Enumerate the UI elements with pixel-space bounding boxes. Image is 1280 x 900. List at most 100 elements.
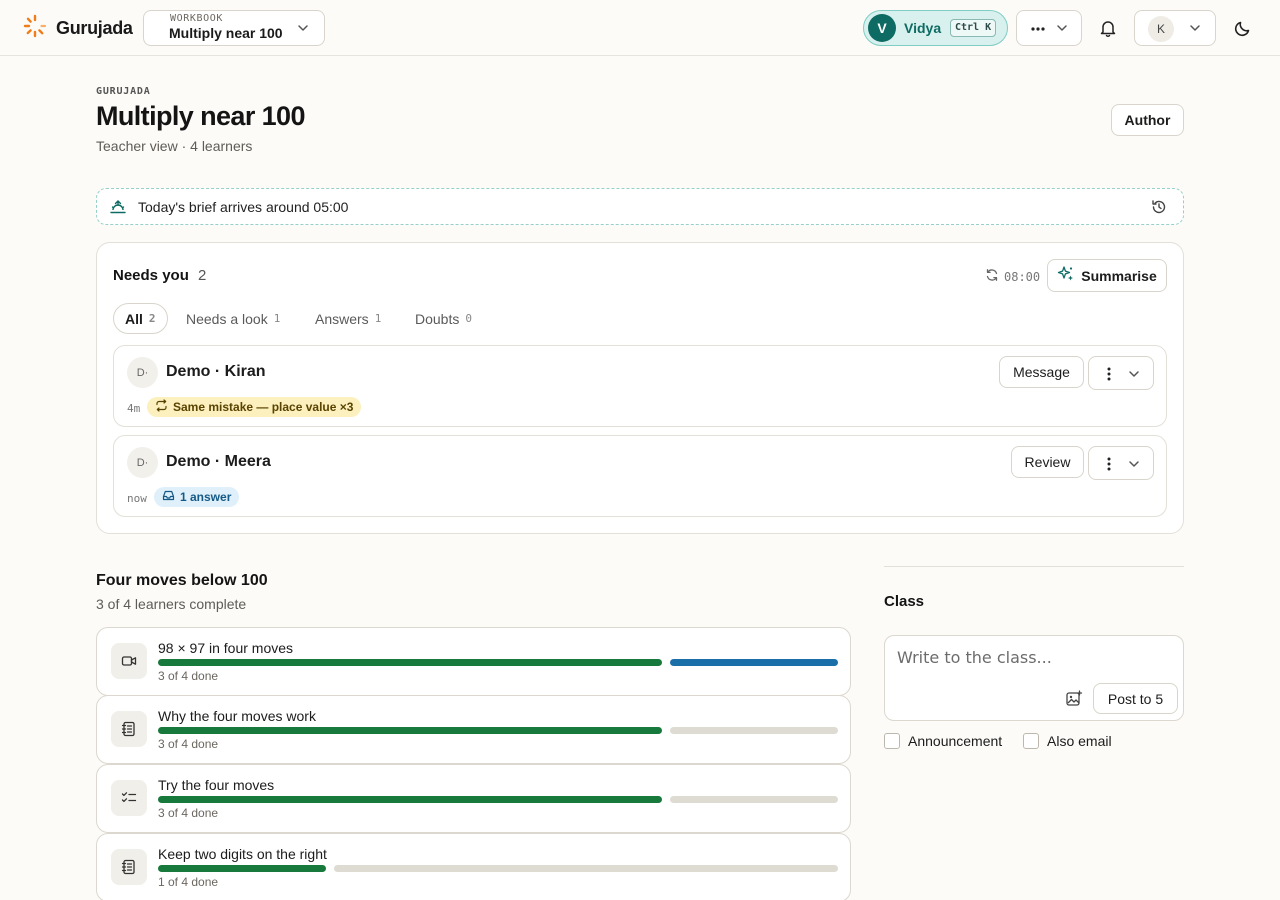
checkbox-box[interactable] <box>884 733 900 749</box>
moon-icon[interactable] <box>1233 18 1253 43</box>
bell-icon[interactable] <box>1098 18 1118 43</box>
progress-in-progress <box>670 659 838 666</box>
history-icon[interactable] <box>1151 199 1167 220</box>
learner-name: Demo · Meera <box>166 453 271 470</box>
lesson-row[interactable]: 98 × 97 in four moves 3 of 4 done <box>96 627 851 696</box>
item-time: 4m <box>127 402 141 415</box>
workbook-kicker: WORKBOOK <box>170 13 223 24</box>
app-name: Gurujada <box>56 17 133 38</box>
user-avatar: V <box>868 14 896 42</box>
profile-menu-button[interactable]: K <box>1134 10 1216 46</box>
post-button[interactable]: Post to 5 <box>1093 683 1178 714</box>
chevron-down-icon <box>1188 21 1202 40</box>
class-message-input[interactable] <box>897 648 1167 667</box>
checklist-icon <box>111 780 147 816</box>
lesson-progress-bar <box>158 727 838 734</box>
logo-sunburst-icon <box>22 13 48 44</box>
message-button[interactable]: Message <box>999 356 1084 388</box>
progress-remaining <box>670 727 838 734</box>
chevron-down-icon <box>1055 21 1069 40</box>
checkbox-box[interactable] <box>1023 733 1039 749</box>
mistake-badge: Same mistake — place value ×3 <box>147 397 362 417</box>
lesson-title: Keep two digits on the right <box>158 846 327 862</box>
progress-done <box>158 727 662 734</box>
app-logo[interactable]: Gurujada <box>22 14 133 42</box>
sync-status[interactable]: 08:00 <box>985 268 1040 285</box>
learner-avatar: D· <box>127 357 158 388</box>
lesson-section-subtitle: 3 of 4 learners complete <box>96 596 247 612</box>
item-actions-menu[interactable] <box>1088 446 1154 480</box>
lesson-row[interactable]: Try the four moves 3 of 4 done <box>96 764 851 833</box>
workbook-title: Multiply near 100 <box>169 25 283 41</box>
badge-label: Same mistake — place value ×3 <box>173 400 354 414</box>
lesson-row[interactable]: Why the four moves work 3 of 4 done <box>96 695 851 764</box>
needs-item[interactable]: D· Demo · Meera now 1 answer Review <box>113 435 1167 517</box>
needs-you-count: 2 <box>198 267 207 284</box>
chevron-down-icon <box>1127 367 1141 386</box>
filter-all[interactable]: All 2 <box>113 303 168 334</box>
progress-remaining <box>334 865 838 872</box>
class-post-composer: Post to 5 <box>884 635 1184 721</box>
filter-label: Doubts <box>415 310 460 327</box>
needs-you-panel: Needs you 2 08:00 Summarise All 2 Needs … <box>96 242 1184 534</box>
top-bar: Gurujada WORKBOOK Multiply near 100 V Vi… <box>0 0 1280 56</box>
announcement-checkbox[interactable]: Announcement <box>884 733 1002 749</box>
lesson-title: Try the four moves <box>158 777 275 793</box>
review-button[interactable]: Review <box>1011 446 1084 478</box>
filter-count: 2 <box>148 312 156 325</box>
filter-answers[interactable]: Answers 1 <box>315 303 381 334</box>
also-email-checkbox[interactable]: Also email <box>1023 733 1112 749</box>
daily-brief-banner: Today's brief arrives around 05:00 <box>96 188 1184 225</box>
user-command-chip[interactable]: V Vidya Ctrl K <box>863 10 1008 46</box>
workbook-switcher[interactable]: WORKBOOK Multiply near 100 <box>143 10 325 46</box>
learner-name: Demo · Kiran <box>166 363 266 380</box>
lesson-title: Why the four moves work <box>158 708 316 724</box>
page-subtitle: Teacher view · 4 learners <box>96 138 253 154</box>
summarise-label: Summarise <box>1081 267 1157 284</box>
summarise-button[interactable]: Summarise <box>1047 259 1167 292</box>
filter-needs-a-look[interactable]: Needs a look 1 <box>186 303 280 334</box>
notebook-icon <box>111 849 147 885</box>
announcement-label: Announcement <box>908 733 1003 749</box>
sparkle-icon <box>1057 265 1075 286</box>
item-actions-menu[interactable] <box>1088 356 1154 390</box>
repeat-icon <box>155 399 168 415</box>
answer-badge: 1 answer <box>154 487 240 507</box>
inbox-icon <box>162 489 175 505</box>
page-title: Multiply near 100 <box>96 101 305 131</box>
page-kicker: GURUJADA <box>96 86 151 97</box>
shortcut-hint: Ctrl K <box>950 19 997 37</box>
vertical-ellipsis-icon <box>1103 456 1115 477</box>
progress-done <box>158 659 662 666</box>
more-menu-button[interactable] <box>1016 10 1082 46</box>
filter-label: Needs a look <box>186 310 268 327</box>
user-name: Vidya <box>904 20 942 36</box>
lesson-title: 98 × 97 in four moves <box>158 640 294 656</box>
author-button[interactable]: Author <box>1111 104 1184 136</box>
lesson-progress-bar <box>158 796 838 803</box>
class-divider <box>884 566 1184 567</box>
learner-avatar: D· <box>127 447 158 478</box>
lesson-status: 3 of 4 done <box>158 669 219 683</box>
notebook-icon <box>111 711 147 747</box>
badge-label: 1 answer <box>180 490 232 504</box>
brief-text: Today's brief arrives around 05:00 <box>138 199 349 215</box>
filter-doubts[interactable]: Doubts 0 <box>415 303 472 334</box>
filter-label: All <box>125 310 143 327</box>
profile-avatar: K <box>1148 16 1174 42</box>
refresh-icon <box>985 268 999 285</box>
filter-count: 1 <box>374 312 382 325</box>
item-time: now <box>127 492 147 505</box>
chevron-down-icon <box>296 21 310 40</box>
lesson-status: 1 of 4 done <box>158 875 219 889</box>
needs-item[interactable]: D· Demo · Kiran 4m Same mistake — place … <box>113 345 1167 427</box>
vertical-ellipsis-icon <box>1103 366 1115 387</box>
add-image-icon[interactable] <box>1065 690 1083 713</box>
filter-count: 1 <box>273 312 281 325</box>
also-email-label: Also email <box>1047 733 1112 749</box>
ellipsis-icon <box>1030 22 1046 40</box>
lesson-row[interactable]: Keep two digits on the right 1 of 4 done <box>96 833 851 900</box>
sync-time: 08:00 <box>1004 269 1041 284</box>
video-icon <box>111 643 147 679</box>
lesson-progress-bar <box>158 659 838 666</box>
